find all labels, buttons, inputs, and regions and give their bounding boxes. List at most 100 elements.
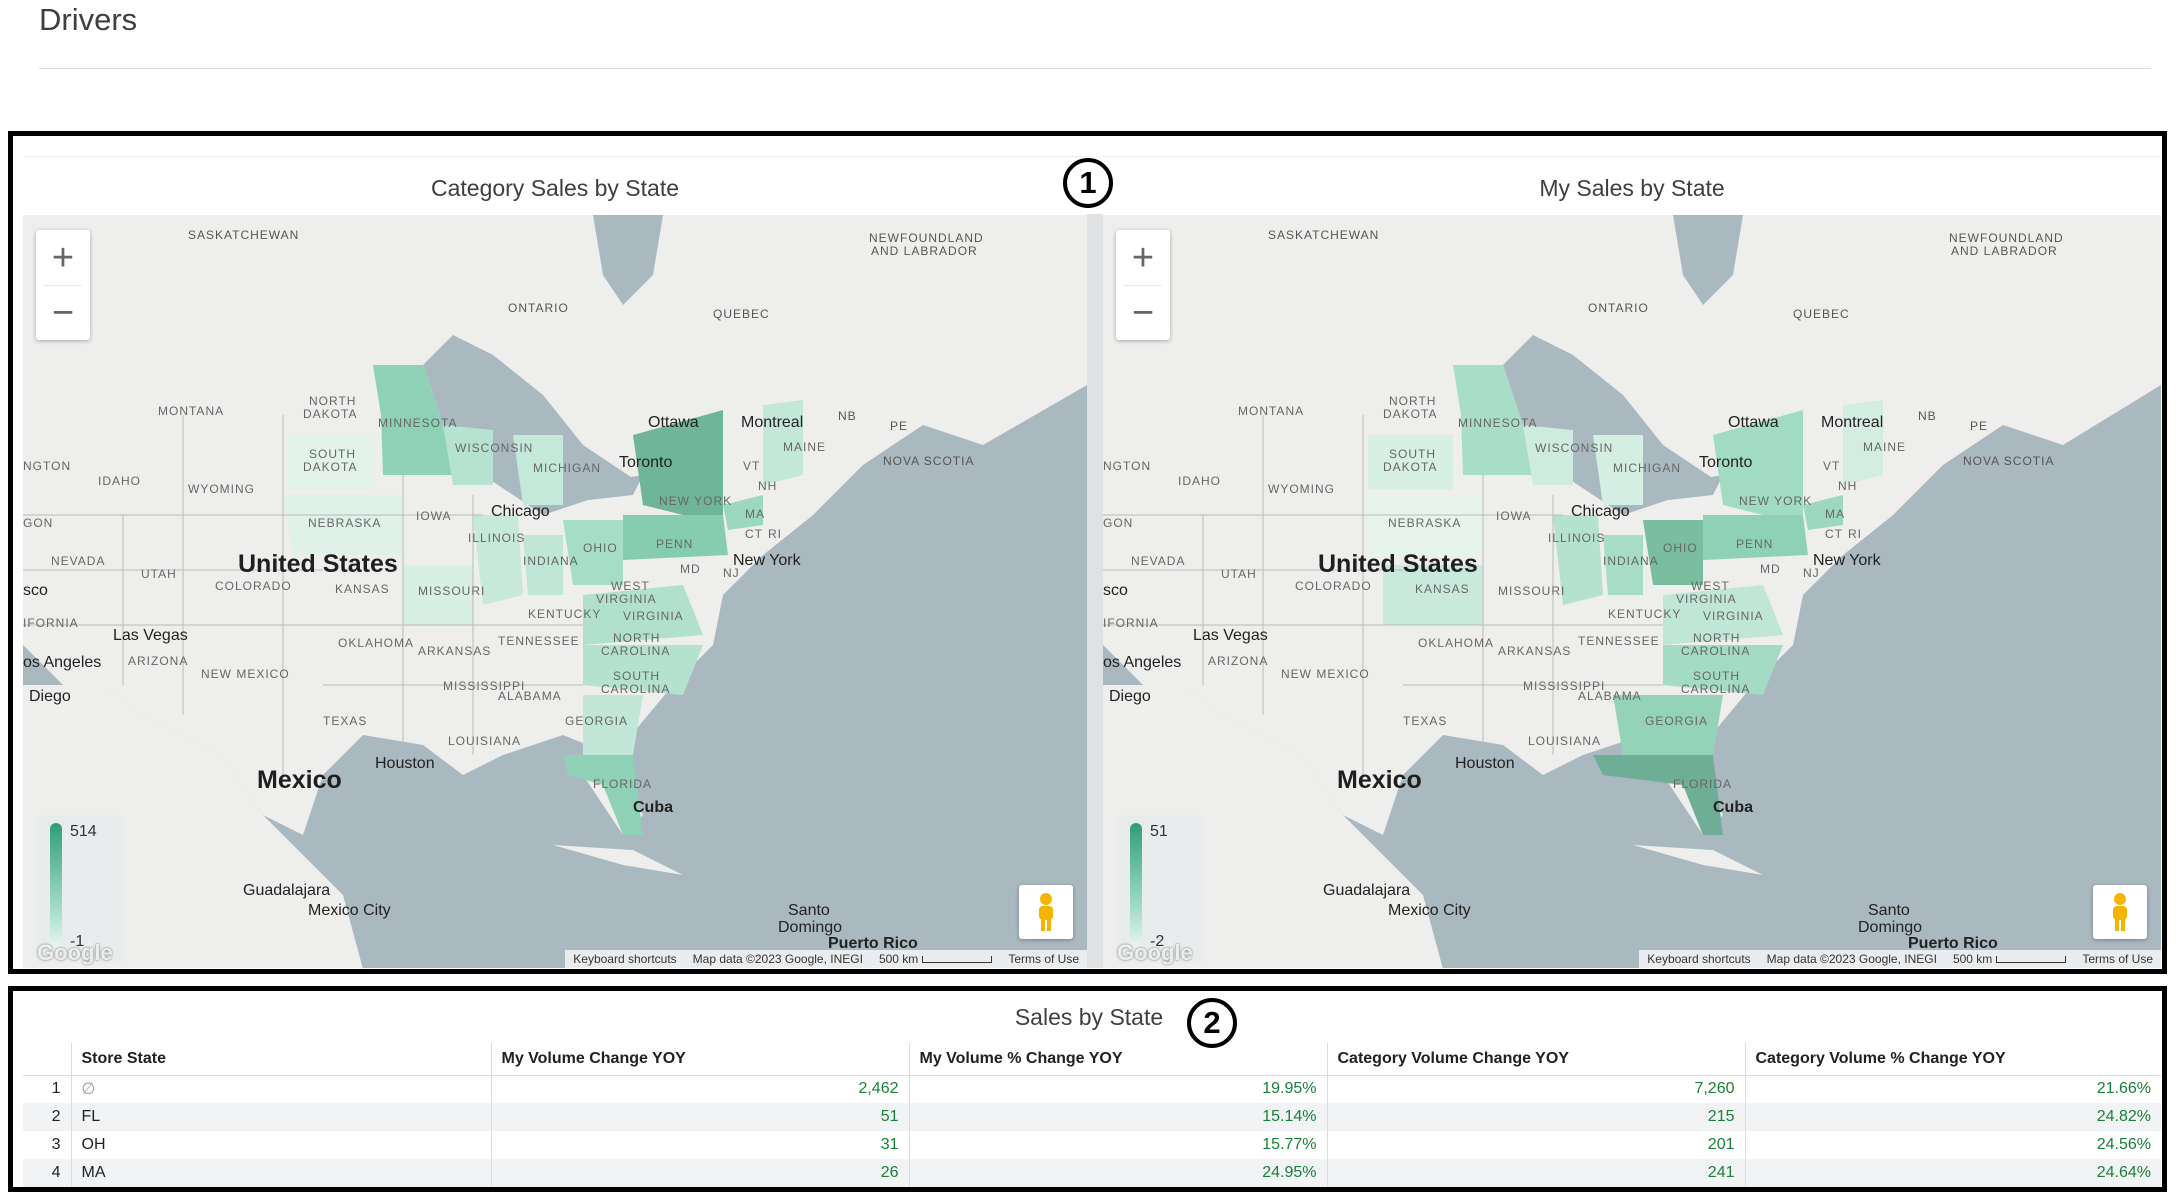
header-my-volume-change[interactable]: My Volume Change YOY	[490, 1043, 909, 1076]
map-attribution: Keyboard shortcuts Map data ©2023 Google…	[565, 950, 1087, 968]
svg-text:MICHIGAN: MICHIGAN	[533, 461, 601, 475]
category-sales-map[interactable]: United States Mexico Cuba SASKATCHEWAN N…	[23, 215, 1087, 968]
svg-text:Domingo: Domingo	[778, 919, 842, 936]
svg-text:MICHIGAN: MICHIGAN	[1613, 461, 1681, 475]
keyboard-shortcuts-link[interactable]: Keyboard shortcuts	[565, 950, 685, 968]
zoom-in-button[interactable]: +	[36, 230, 90, 285]
svg-text:INDIANA: INDIANA	[1603, 554, 1659, 568]
map-scale[interactable]: 500 km	[1944, 950, 2075, 968]
legend-gradient	[1130, 823, 1142, 947]
map-canvas[interactable]: United States Mexico Cuba SASKATCHEWAN N…	[23, 215, 1087, 968]
country-label-us: United States	[238, 550, 398, 578]
zoom-out-button[interactable]: −	[1116, 285, 1170, 340]
svg-text:NEWFOUNDLAND: NEWFOUNDLAND	[869, 231, 984, 245]
page: Drivers 1 2 Category Sales by State Unit…	[0, 0, 2178, 1196]
header-category-volume-change[interactable]: Category Volume Change YOY	[1326, 1043, 1745, 1076]
svg-text:DAKOTA: DAKOTA	[1383, 407, 1437, 421]
svg-text:OKLAHOMA: OKLAHOMA	[338, 636, 414, 650]
svg-text:OHIO: OHIO	[1663, 541, 1698, 555]
my-sales-map[interactable]: United States Mexico Cuba SASKATCHEWAN N…	[1103, 215, 2161, 968]
header-my-volume-pct-change[interactable]: My Volume % Change YOY	[908, 1043, 1327, 1076]
svg-text:ALABAMA: ALABAMA	[1578, 689, 1642, 703]
state-florida	[1593, 755, 1723, 835]
svg-text:os Angeles: os Angeles	[23, 654, 101, 671]
country-label-cuba: Cuba	[1713, 799, 1753, 816]
svg-text:GON: GON	[23, 516, 53, 530]
header-store-state[interactable]: Store State	[70, 1043, 491, 1076]
svg-text:WYOMING: WYOMING	[188, 482, 255, 496]
svg-text:NEWFOUNDLAND: NEWFOUNDLAND	[1949, 231, 2064, 245]
svg-text:PENN: PENN	[656, 537, 693, 551]
svg-text:IDAHO: IDAHO	[98, 474, 141, 488]
svg-text:NEW YORK: NEW YORK	[659, 494, 732, 508]
svg-text:QUEBEC: QUEBEC	[713, 307, 770, 321]
zoom-in-button[interactable]: +	[1116, 230, 1170, 285]
street-view-button[interactable]	[2093, 885, 2147, 939]
header-category-volume-pct-change[interactable]: Category Volume % Change YOY	[1744, 1043, 2161, 1076]
svg-text:Ottawa: Ottawa	[648, 414, 699, 431]
map-attribution: Keyboard shortcuts Map data ©2023 Google…	[1639, 950, 2161, 968]
svg-text:Mexico City: Mexico City	[308, 902, 391, 919]
terms-of-use-link[interactable]: Terms of Use	[1000, 950, 1087, 968]
svg-text:GEORGIA: GEORGIA	[565, 714, 628, 728]
svg-text:MAINE: MAINE	[783, 440, 826, 454]
svg-text:NOVA SCOTIA: NOVA SCOTIA	[1963, 454, 2054, 468]
svg-text:NB: NB	[1918, 409, 1937, 423]
svg-text:RI: RI	[768, 527, 782, 541]
svg-text:New York: New York	[733, 552, 802, 569]
map-canvas[interactable]: United States Mexico Cuba SASKATCHEWAN N…	[1103, 215, 2161, 968]
svg-text:COLORADO: COLORADO	[1295, 579, 1372, 593]
svg-text:UTAH: UTAH	[1221, 567, 1257, 581]
svg-text:NB: NB	[838, 409, 857, 423]
svg-text:MINNESOTA: MINNESOTA	[378, 416, 457, 430]
svg-text:Chicago: Chicago	[491, 503, 550, 520]
svg-text:VIRGINIA: VIRGINIA	[623, 609, 684, 623]
svg-text:CAROLINA: CAROLINA	[601, 644, 670, 658]
country-label-cuba: Cuba	[633, 799, 673, 816]
svg-text:TENNESSEE: TENNESSEE	[1578, 634, 1660, 648]
keyboard-shortcuts-link[interactable]: Keyboard shortcuts	[1639, 950, 1759, 968]
svg-text:COLORADO: COLORADO	[215, 579, 292, 593]
svg-text:MD: MD	[680, 562, 701, 576]
pegman-icon	[1039, 893, 1053, 931]
svg-text:DAKOTA: DAKOTA	[1383, 460, 1437, 474]
my-sales-map-panel: My Sales by State United States Mexico C…	[1103, 156, 2161, 968]
svg-text:VIRGINIA: VIRGINIA	[1676, 592, 1737, 606]
svg-text:NEBRASKA: NEBRASKA	[308, 516, 381, 530]
svg-text:ARIZONA: ARIZONA	[128, 654, 188, 668]
svg-text:MINNESOTA: MINNESOTA	[1458, 416, 1537, 430]
annotation-marker-1: 1	[1063, 158, 1113, 208]
legend-max: 514	[70, 823, 97, 840]
table-row: 2 FL 51 15.14% 215 24.82%	[23, 1103, 2161, 1131]
svg-text:AND LABRADOR: AND LABRADOR	[1951, 244, 2058, 258]
svg-text:KENTUCKY: KENTUCKY	[528, 607, 601, 621]
svg-text:GEORGIA: GEORGIA	[1645, 714, 1708, 728]
google-logo: Google	[1117, 940, 1193, 965]
svg-text:RI: RI	[1848, 527, 1862, 541]
svg-text:MONTANA: MONTANA	[158, 404, 224, 418]
svg-text:os Angeles: os Angeles	[1103, 654, 1181, 671]
svg-text:ILLINOIS: ILLINOIS	[1548, 531, 1605, 545]
sales-by-state-table: Store State My Volume Change YOY My Volu…	[23, 1043, 2161, 1187]
svg-text:MD: MD	[1760, 562, 1781, 576]
svg-text:Montreal: Montreal	[741, 414, 803, 431]
terms-of-use-link[interactable]: Terms of Use	[2074, 950, 2161, 968]
svg-text:NEVADA: NEVADA	[1131, 554, 1185, 568]
svg-text:NGTON: NGTON	[1103, 459, 1151, 473]
street-view-button[interactable]	[1019, 885, 1073, 939]
svg-text:ALABAMA: ALABAMA	[498, 689, 562, 703]
header-index	[23, 1043, 71, 1076]
legend-max: 51	[1150, 823, 1168, 840]
annotation-marker-2: 2	[1187, 998, 1237, 1048]
svg-text:PENN: PENN	[1736, 537, 1773, 551]
svg-text:Guadalajara: Guadalajara	[1323, 882, 1410, 899]
map-scale[interactable]: 500 km	[870, 950, 1001, 968]
svg-text:OHIO: OHIO	[583, 541, 618, 555]
svg-text:WISCONSIN: WISCONSIN	[455, 441, 533, 455]
svg-text:ARIZONA: ARIZONA	[1208, 654, 1268, 668]
svg-text:NORTH: NORTH	[613, 631, 660, 645]
svg-text:Diego: Diego	[1109, 688, 1151, 705]
svg-text:Ottawa: Ottawa	[1728, 414, 1779, 431]
zoom-out-button[interactable]: −	[36, 285, 90, 340]
svg-text:ARKANSAS: ARKANSAS	[418, 644, 491, 658]
